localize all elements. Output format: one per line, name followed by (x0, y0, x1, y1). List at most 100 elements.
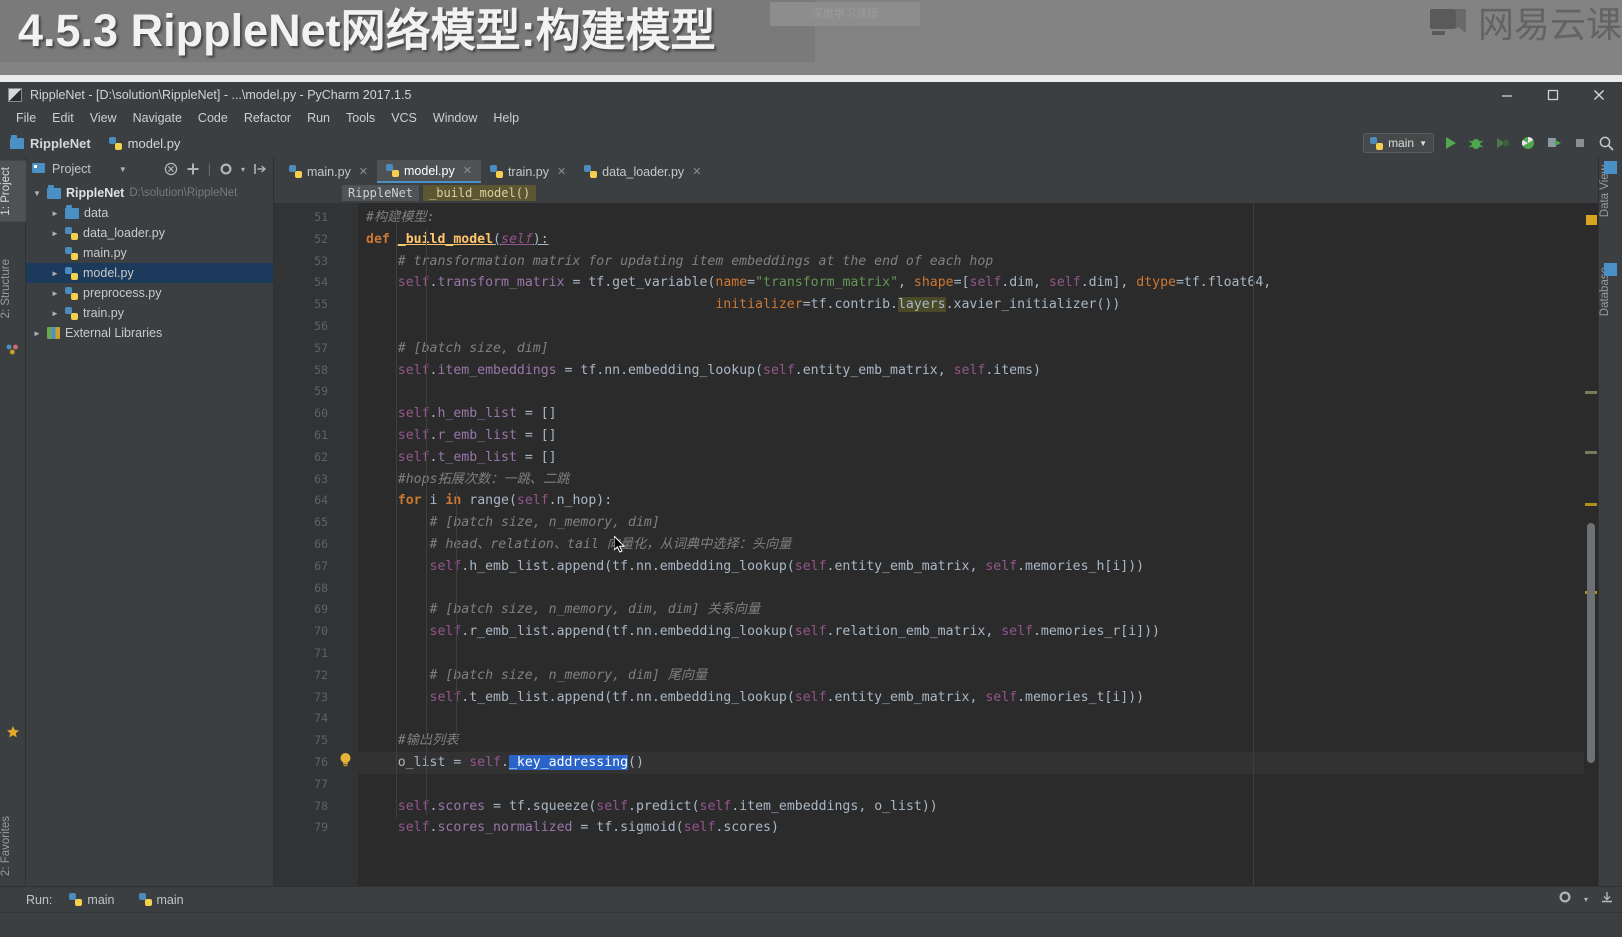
sidebar-item-project[interactable]: 1: Project (0, 161, 26, 222)
line-number: 51 (314, 210, 328, 224)
hide-panel-icon[interactable] (253, 162, 267, 176)
breadcrumb-class[interactable]: RippleNet (342, 185, 420, 201)
selected-token[interactable]: _key_addressing (508, 754, 629, 770)
close-icon[interactable]: ✕ (692, 165, 701, 178)
run-configuration-selector[interactable]: main ▼ (1363, 133, 1434, 153)
code-line-58: self.item_embeddings = tf.nn.embedding_l… (397, 362, 1041, 378)
search-icon[interactable] (1596, 133, 1616, 153)
code-text[interactable]: #构建模型: def _build_model(self): # transfo… (358, 203, 1598, 886)
code-line-62: self.t_emb_list = [] (397, 449, 557, 465)
code-line-53: # transformation matrix for updating ite… (397, 253, 994, 269)
chevron-down-icon[interactable]: ▼ (32, 189, 42, 198)
tree-item-data-loader[interactable]: ► data_loader.py (26, 223, 273, 243)
line-number: 53 (314, 253, 328, 268)
menu-edit[interactable]: Edit (44, 110, 82, 127)
intention-bulb-icon[interactable] (338, 752, 353, 773)
window-controls (1484, 82, 1622, 108)
tree-item-data[interactable]: ► data (26, 203, 273, 223)
tree-item-model[interactable]: ► model.py (26, 263, 273, 283)
tab-model-py[interactable]: model.py ✕ (377, 160, 481, 183)
code-line-75: #输出列表 (397, 733, 459, 749)
tree-item-train[interactable]: ► train.py (26, 303, 273, 323)
debug-bug-icon[interactable] (1466, 133, 1486, 153)
menu-view[interactable]: View (82, 110, 125, 127)
line-number: 67 (314, 558, 328, 573)
chevron-right-icon[interactable]: ► (50, 229, 60, 238)
line-number: 69 (314, 602, 328, 617)
menu-code[interactable]: Code (190, 110, 236, 127)
python-file-icon (65, 226, 78, 240)
tree-item-label: preprocess.py (83, 286, 162, 300)
close-icon[interactable]: ✕ (359, 165, 368, 178)
breadcrumb-function[interactable]: _build_model() (423, 185, 537, 201)
menu-window[interactable]: Window (425, 110, 485, 127)
run-coverage-icon[interactable] (1492, 133, 1512, 153)
menu-navigate[interactable]: Navigate (125, 110, 190, 127)
tab-label: train.py (507, 164, 549, 179)
chevron-right-icon[interactable]: ► (50, 269, 60, 278)
python-file-icon (65, 246, 78, 260)
menu-help[interactable]: Help (485, 110, 527, 127)
breadcrumb-file[interactable]: model.py (108, 136, 180, 151)
chevron-right-icon[interactable]: ► (50, 309, 60, 318)
menu-refactor[interactable]: Refactor (236, 110, 299, 127)
settings-gear-icon[interactable] (219, 162, 233, 176)
tab-train-py[interactable]: train.py ✕ (481, 160, 575, 183)
menu-tools[interactable]: Tools (338, 110, 383, 127)
editor-scrollbar[interactable] (1584, 203, 1598, 886)
close-icon[interactable]: ✕ (557, 165, 566, 178)
stop-square-icon[interactable] (1570, 133, 1590, 153)
tree-item-external-libraries[interactable]: ► External Libraries (26, 323, 273, 343)
sidebar-item-structure-label: 2: Structure (0, 259, 12, 319)
chevron-down-icon[interactable]: ▾ (241, 165, 245, 174)
scrollbar-marker[interactable] (1585, 391, 1597, 394)
hide-panel-icon[interactable] (1600, 890, 1614, 909)
tree-item-preprocess[interactable]: ► preprocess.py (26, 283, 273, 303)
python-file-icon (1370, 136, 1384, 150)
tree-item-ripplenet[interactable]: ▼ RippleNet D:\solution\RippleNet (26, 183, 273, 203)
tree-item-main[interactable]: main.py (26, 243, 273, 263)
scrollbar-marker-warning[interactable] (1586, 215, 1597, 225)
sidebar-item-structure[interactable]: 2: Structure (0, 253, 26, 324)
chevron-right-icon[interactable]: ► (50, 209, 60, 218)
favorites-star-icon (6, 343, 19, 361)
slide-banner: 4.5.3 RippleNet网络模型:构建模型 深度学习课程 网易云课 (0, 0, 1622, 82)
minimize-icon[interactable] (1484, 82, 1530, 108)
attach-process-icon[interactable] (1544, 133, 1564, 153)
maximize-icon[interactable] (1530, 82, 1576, 108)
sidebar-item-favorites[interactable]: 2: Favorites (0, 810, 26, 882)
collapse-all-icon[interactable] (164, 162, 178, 176)
line-number: 71 (314, 645, 328, 660)
scrollbar-marker[interactable] (1585, 503, 1597, 506)
scrollbar-marker[interactable] (1585, 451, 1597, 454)
run-tab-main-2[interactable]: main (132, 892, 191, 908)
code-line-65: # [batch size, n_memory, dim] (429, 515, 660, 531)
scrollbar-thumb[interactable] (1587, 523, 1595, 763)
chevron-down-icon[interactable]: ▼ (119, 165, 127, 174)
menu-run[interactable]: Run (299, 110, 338, 127)
tab-data-loader-py[interactable]: data_loader.py ✕ (575, 160, 710, 183)
chevron-right-icon[interactable]: ► (50, 289, 60, 298)
editor-area: main.py ✕ model.py ✕ train.py ✕ data_loa… (274, 157, 1598, 886)
run-triangle-icon[interactable] (1440, 133, 1460, 153)
line-number: 72 (314, 667, 328, 682)
tree-item-label: data (84, 206, 109, 220)
expand-all-icon[interactable] (186, 162, 200, 176)
profile-pie-icon[interactable] (1518, 133, 1538, 153)
chevron-down-icon[interactable]: ▾ (1584, 895, 1588, 904)
close-icon[interactable]: ✕ (463, 164, 472, 177)
code-line-69: # [batch size, n_memory, dim, dim] 关系向量 (429, 602, 761, 618)
python-file-icon (65, 286, 78, 300)
run-tab-main-1[interactable]: main (62, 892, 121, 908)
code-editor[interactable]: 51 52 53 54 55 56 57 58 59 60 61 62 63 6… (274, 203, 1598, 886)
tab-main-py[interactable]: main.py ✕ (280, 160, 377, 183)
chevron-right-icon[interactable]: ► (32, 329, 42, 338)
python-file-icon (386, 164, 399, 177)
close-icon[interactable] (1576, 82, 1622, 108)
editor-breadcrumbs: RippleNet _build_model() (274, 183, 1598, 203)
data-view-icon (1604, 161, 1617, 174)
menu-vcs[interactable]: VCS (383, 110, 425, 127)
settings-gear-icon[interactable] (1558, 890, 1572, 909)
breadcrumb-project[interactable]: RippleNet (10, 134, 91, 151)
menu-file[interactable]: File (8, 110, 44, 127)
